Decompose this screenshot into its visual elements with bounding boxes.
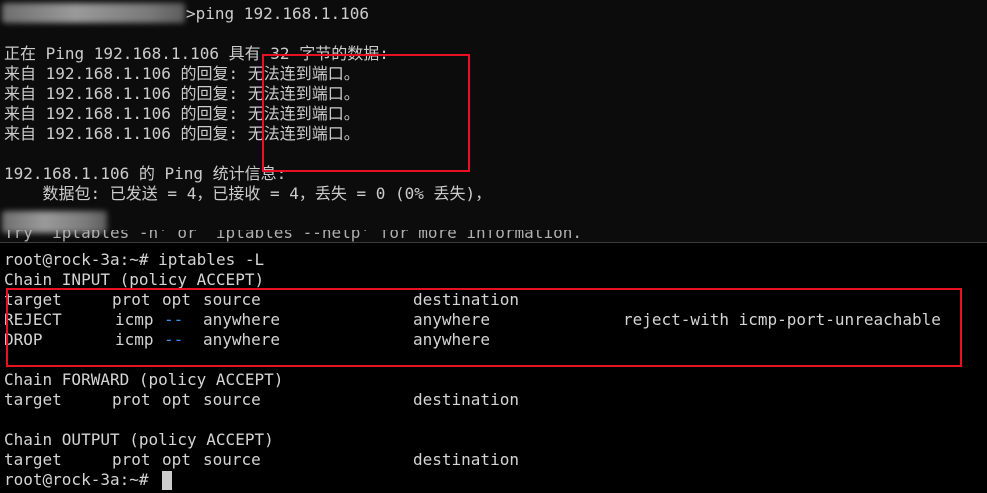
column-source: source <box>203 450 261 469</box>
ping-stats-title: 192.168.1.106 的 Ping 统计信息: <box>4 164 287 183</box>
linux-terminal-pane[interactable]: root@rock-3a:~# iptables -L Chain INPUT … <box>0 243 987 493</box>
final-prompt-line[interactable]: root@rock-3a:~# <box>4 470 149 490</box>
terminal-command-line: root@rock-3a:~# iptables -L <box>4 250 264 270</box>
column-target: target <box>4 390 62 409</box>
windows-cmd-pane[interactable]: >ping 192.168.1.106 正在 Ping 192.168.1.10… <box>0 0 987 243</box>
column-destination: destination <box>413 390 519 409</box>
cmd-command-line: >ping 192.168.1.106 <box>186 4 369 24</box>
reply-prefix: 来自 192.168.1.106 的回复: <box>4 64 239 83</box>
column-target: target <box>4 450 62 469</box>
ping-stats-detail: 数据包: 已发送 = 4，已接收 = 4，丢失 = 0 (0% 丢失)， <box>4 184 492 203</box>
table-header-row: target prot opt source destination <box>4 450 964 470</box>
column-prot: prot <box>112 450 151 469</box>
chain-output-header: Chain OUTPUT (policy ACCEPT) <box>4 430 274 449</box>
highlight-box-ping-replies <box>262 54 470 172</box>
table-header-row: target prot opt source destination <box>4 390 964 410</box>
ping-command: ping 192.168.1.106 <box>195 4 370 23</box>
shell-command: iptables -L <box>158 250 265 269</box>
chain-input-header: Chain INPUT (policy ACCEPT) <box>4 270 265 289</box>
reply-prefix: 来自 192.168.1.106 的回复: <box>4 104 239 123</box>
reply-prefix: 来自 192.168.1.106 的回复: <box>4 84 239 103</box>
text-cursor <box>162 471 172 490</box>
highlight-box-input-rules <box>6 288 962 367</box>
cmd-prompt-suffix: > <box>186 4 196 23</box>
column-prot: prot <box>112 390 151 409</box>
column-destination: destination <box>413 450 519 469</box>
shell-prompt: root@rock-3a:~# <box>4 250 149 269</box>
chain-forward-header: Chain FORWARD (policy ACCEPT) <box>4 370 284 389</box>
column-opt: opt <box>162 390 191 409</box>
column-source: source <box>203 390 261 409</box>
column-opt: opt <box>162 450 191 469</box>
reply-prefix: 来自 192.168.1.106 的回复: <box>4 124 239 143</box>
final-shell-prompt: root@rock-3a:~# <box>4 470 149 489</box>
redacted-path <box>2 3 185 23</box>
